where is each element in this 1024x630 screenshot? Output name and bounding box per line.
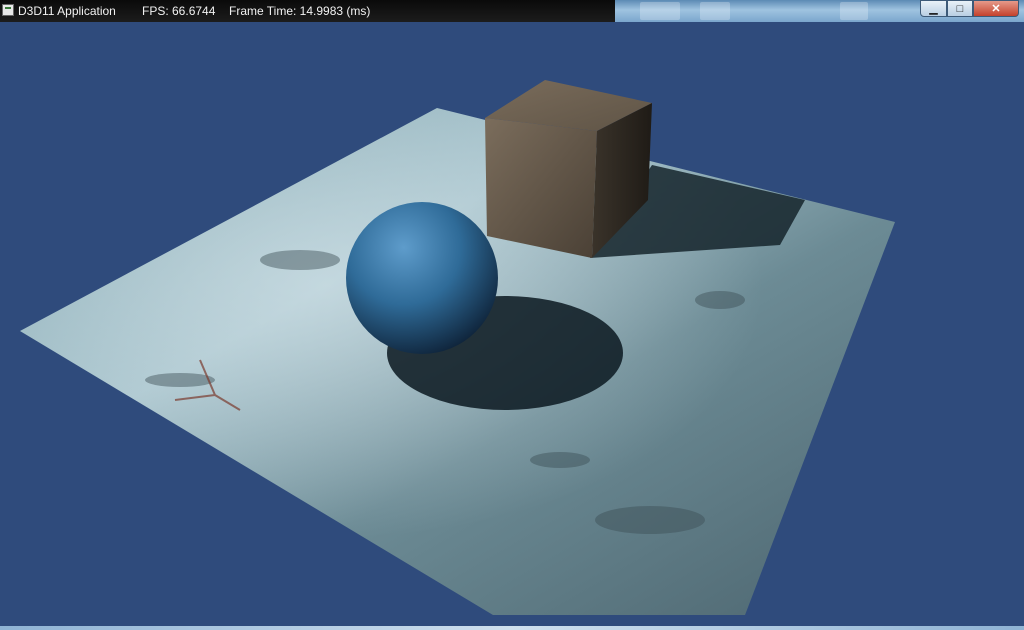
fps-readout: FPS: 66.6744 [142, 4, 216, 18]
title-bar-glass-reflection [840, 2, 868, 20]
scene-canvas [20, 80, 895, 615]
frame-time-readout: Frame Time: 14.9983 (ms) [229, 4, 371, 18]
sphere [346, 202, 498, 354]
application-icon[interactable] [2, 4, 14, 16]
maximize-icon: □ [956, 2, 964, 15]
title-bar-glass-reflection [700, 2, 730, 20]
maximize-button[interactable]: □ [947, 0, 973, 17]
close-icon: ✕ [991, 3, 1001, 15]
render-viewport[interactable] [0, 22, 1024, 626]
cube-front-face [485, 118, 597, 258]
close-button[interactable]: ✕ [973, 0, 1019, 17]
title-bar: D3D11 Application FPS: 66.6744 Frame Tim… [0, 0, 1024, 22]
minimize-icon: ▁ [929, 3, 938, 15]
minimize-button[interactable]: ▁ [920, 0, 947, 17]
window-title: D3D11 Application [18, 4, 116, 18]
taskbar-edge [0, 626, 1024, 630]
title-bar-glass-reflection [640, 2, 680, 20]
